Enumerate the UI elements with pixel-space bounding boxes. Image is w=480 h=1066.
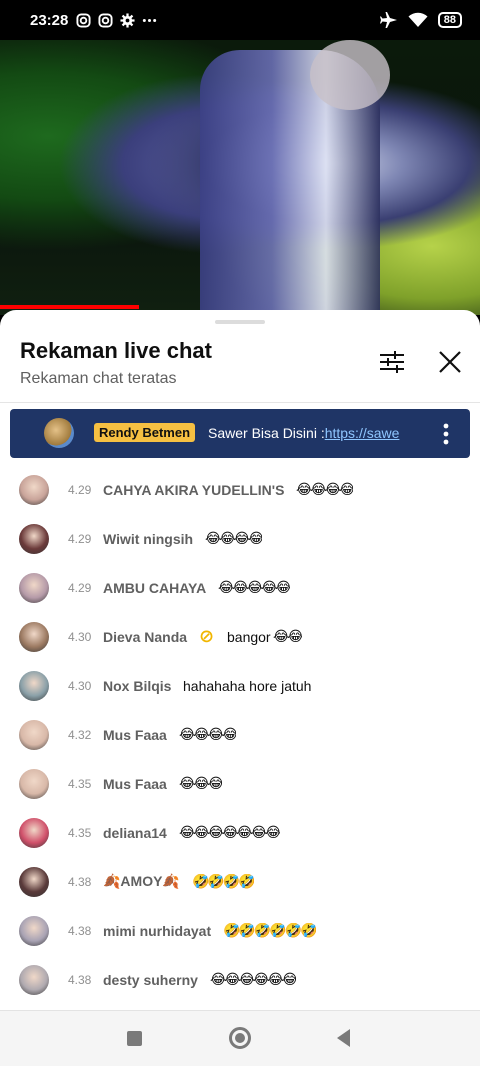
message-emoji: 😂😂😂😂😂😂	[210, 971, 297, 988]
avatar[interactable]	[19, 915, 49, 946]
avatar[interactable]	[19, 670, 49, 701]
pinned-text: Sawer Bisa Disini :https://sawe	[208, 425, 399, 441]
divider	[0, 402, 480, 403]
drag-handle[interactable]	[215, 320, 265, 324]
message-author[interactable]: mimi nurhidayat	[103, 923, 211, 939]
status-time: 23:28	[30, 11, 69, 29]
message-time: 4.29	[68, 482, 92, 497]
message-author[interactable]: CAHYA AKIRA YUDELLIN'S	[103, 482, 284, 498]
avatar[interactable]	[19, 719, 49, 750]
message-emoji: 😂😂	[273, 628, 302, 645]
avatar[interactable]	[19, 523, 49, 554]
message-emoji: 🤣🤣🤣🤣	[192, 873, 254, 890]
sheet-title: Rekaman live chat	[20, 338, 212, 363]
message-time: 4.38	[68, 923, 92, 938]
chat-message[interactable]: 4.35 deliana14 😂😂😂😂😂😂😂	[0, 808, 480, 857]
more-vert-icon[interactable]	[436, 421, 456, 447]
chat-message[interactable]: 4.35 Mus Faaa 😂😂😂	[0, 759, 480, 808]
airplane-mode-icon	[379, 12, 397, 28]
avatar[interactable]	[19, 621, 49, 652]
message-emoji: 😂😂😂😂😂😂😂	[179, 824, 280, 841]
filter-settings-icon[interactable]	[376, 346, 408, 378]
message-emoji: 😂😂😂😂	[296, 481, 354, 498]
message-emoji: 😂😂😂😂😂	[218, 579, 290, 596]
status-bar: 23:28 88	[0, 0, 480, 40]
pinned-link[interactable]: https://sawe	[325, 425, 400, 441]
instagram-icon	[98, 12, 113, 28]
video-progress-bar[interactable]	[0, 305, 140, 309]
message-emoji: 😂😂😂😂	[179, 726, 237, 743]
chat-message[interactable]: 4.38 desty suherny 😂😂😂😂😂😂	[0, 955, 480, 1004]
message-time: 4.35	[68, 776, 92, 791]
avatar[interactable]	[19, 964, 49, 995]
message-author[interactable]: AMBU CAHAYA	[103, 580, 206, 596]
message-author[interactable]: Wiwit ningsih	[103, 531, 193, 547]
chat-list: 4.29 CAHYA AKIRA YUDELLIN'S 😂😂😂😂 4.29 Wi…	[0, 465, 480, 1004]
message-author[interactable]: deliana14	[103, 825, 167, 841]
chat-message[interactable]: 4.29 Wiwit ningsih 😂😂😂😂	[0, 514, 480, 563]
message-author[interactable]: Dieva Nanda	[103, 629, 187, 645]
avatar[interactable]	[44, 418, 74, 448]
system-navbar	[0, 1010, 480, 1066]
pinned-author-badge[interactable]: Rendy Betmen	[94, 423, 196, 442]
message-author[interactable]: Mus Faaa	[103, 776, 167, 792]
message-emoji: 😂😂😂	[179, 775, 223, 792]
message-author[interactable]: Mus Faaa	[103, 727, 167, 743]
chat-message[interactable]: 4.30 Dieva Nanda ⊘ bangor 😂😂	[0, 612, 480, 661]
avatar[interactable]	[19, 768, 49, 799]
message-time: 4.29	[68, 531, 92, 546]
close-icon[interactable]	[434, 346, 466, 378]
message-time: 4.32	[68, 727, 92, 742]
chat-message[interactable]: 4.29 CAHYA AKIRA YUDELLIN'S 😂😂😂😂	[0, 465, 480, 514]
message-time: 4.38	[68, 972, 92, 987]
chat-message[interactable]: 4.32 Mus Faaa 😂😂😂😂	[0, 710, 480, 759]
message-time: 4.35	[68, 825, 92, 840]
message-time: 4.30	[68, 678, 92, 693]
message-time: 4.38	[68, 874, 92, 889]
pinned-message-text: Sawer Bisa Disini :	[208, 425, 325, 441]
message-author[interactable]: desty suherny	[103, 972, 198, 988]
instagram-icon	[76, 12, 91, 28]
message-emoji: 🤣🤣🤣🤣🤣🤣	[223, 922, 316, 939]
chat-message[interactable]: 4.30 Nox Bilqis hahahaha hore jatuh	[0, 661, 480, 710]
settings-gear-icon	[120, 12, 135, 28]
avatar[interactable]	[19, 817, 49, 848]
message-author[interactable]: 🍂AMOY🍂	[103, 873, 180, 890]
message-time: 4.30	[68, 629, 92, 644]
avatar[interactable]	[19, 866, 49, 897]
member-badge-icon: ⊘	[199, 626, 215, 646]
home-circle-icon[interactable]	[229, 1027, 251, 1049]
avatar[interactable]	[19, 572, 49, 603]
chat-message[interactable]: 4.38 🍂AMOY🍂 🤣🤣🤣🤣	[0, 857, 480, 906]
chat-message[interactable]: 4.38 mimi nurhidayat 🤣🤣🤣🤣🤣🤣	[0, 906, 480, 955]
chat-message[interactable]: 4.29 AMBU CAHAYA 😂😂😂😂😂	[0, 563, 480, 612]
message-author[interactable]: Nox Bilqis	[103, 678, 171, 694]
message-time: 4.29	[68, 580, 92, 595]
message-text: hahahaha hore jatuh	[183, 677, 312, 694]
pinned-message[interactable]: Rendy Betmen Sawer Bisa Disini :https://…	[10, 409, 470, 458]
back-triangle-icon[interactable]	[337, 1029, 350, 1047]
message-text: bangor	[227, 628, 271, 645]
video-player[interactable]	[0, 40, 480, 315]
more-dots-icon	[143, 18, 157, 22]
avatar[interactable]	[19, 474, 49, 505]
sheet-subtitle[interactable]: Rekaman chat teratas	[20, 370, 177, 388]
video-frame-face	[310, 40, 390, 110]
message-emoji: 😂😂😂😂	[205, 530, 263, 547]
battery-icon: 88	[437, 12, 462, 28]
wifi-icon	[408, 12, 428, 27]
recents-square-icon[interactable]	[127, 1031, 142, 1046]
live-chat-sheet: Rekaman live chat Rekaman chat teratas R…	[0, 310, 480, 1010]
